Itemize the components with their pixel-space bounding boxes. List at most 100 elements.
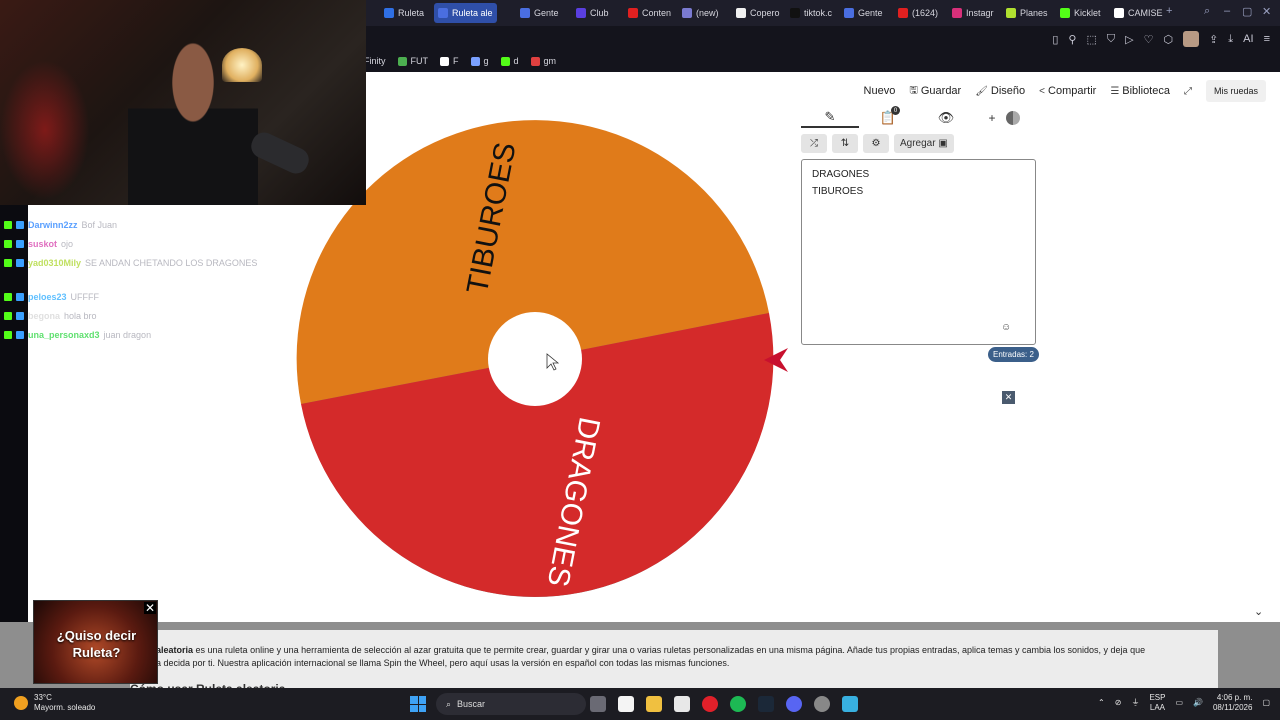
browser-tab[interactable]: Instagr: [948, 3, 998, 23]
browser-tab[interactable]: (1624): [894, 3, 942, 23]
browser-tab[interactable]: Kicklet: [1056, 3, 1105, 23]
bookmark-item[interactable]: Finity: [364, 56, 386, 66]
settings-button[interactable]: ⚙: [863, 134, 889, 153]
promo-ad[interactable]: ¿Quiso decir Ruleta?: [33, 600, 158, 684]
sidebar-icon[interactable]: ▯: [1052, 33, 1058, 46]
screenshot-icon[interactable]: ⬚: [1086, 33, 1096, 46]
tab-hide[interactable]: 👁: [917, 108, 975, 128]
nuevo-button[interactable]: Nuevo: [864, 85, 896, 97]
file-icon[interactable]: [618, 696, 634, 712]
play-icon[interactable]: ▷: [1125, 33, 1133, 46]
browser-tab[interactable]: Club: [572, 3, 613, 23]
chat-username[interactable]: begona: [28, 311, 60, 321]
volume-icon[interactable]: 🔊: [1193, 698, 1203, 708]
monitor-icon[interactable]: ▭: [1175, 698, 1183, 708]
browser-tab[interactable]: Ruleta: [380, 3, 428, 23]
kick-badge-icon: [4, 259, 12, 267]
wheel-center[interactable]: [488, 312, 582, 406]
bookmark-item[interactable]: d: [500, 56, 519, 66]
mis-ruedas-button[interactable]: Mis ruedas: [1205, 80, 1266, 102]
weather-widget[interactable]: 33°C Mayorm. soleado: [14, 693, 95, 713]
notepad-icon[interactable]: [842, 696, 858, 712]
chat-username[interactable]: Darwinn2zz: [28, 220, 78, 230]
heart-icon[interactable]: ♡: [1144, 33, 1154, 46]
fullscreen-button[interactable]: ⤢: [1184, 86, 1192, 97]
description-bold: aleatoria: [156, 645, 194, 655]
pencil-icon: ✎: [824, 109, 836, 124]
biblioteca-button[interactable]: ☰ Biblioteca: [1110, 85, 1170, 97]
notification-icon[interactable]: ▢: [1262, 698, 1270, 708]
bookmark-item[interactable]: FUT: [397, 56, 429, 66]
language-indicator[interactable]: ESP LAA: [1149, 693, 1165, 713]
bookmark-label: F: [453, 56, 459, 66]
entries-textarea[interactable]: DRAGONES TIBUROES: [801, 159, 1036, 345]
sub-badge-icon: [16, 259, 24, 267]
browser-tab[interactable]: tiktok.c: [786, 3, 836, 23]
red-glow: [0, 60, 90, 200]
wheel[interactable]: TIBUROES DRAGONES: [296, 120, 774, 598]
sort-button[interactable]: ⇅: [832, 134, 858, 153]
shuffle-button[interactable]: ⤮: [801, 134, 827, 153]
close-icon[interactable]: ✕: [1262, 5, 1271, 18]
browser-tab[interactable]: Ruleta ale: [434, 3, 497, 23]
start-button[interactable]: [410, 696, 426, 712]
promo-close-button[interactable]: ✕: [144, 601, 156, 615]
tab-favicon-icon: [576, 8, 586, 18]
chevron-down-icon[interactable]: ⌄: [1254, 605, 1263, 618]
minimize-icon[interactable]: –: [1224, 5, 1230, 17]
taskbar-search[interactable]: ⌕ Buscar: [436, 693, 586, 715]
close-ad-button[interactable]: ✕: [1002, 391, 1015, 404]
menu-icon[interactable]: ≡: [1264, 33, 1270, 45]
settings-app-icon[interactable]: [814, 696, 830, 712]
browser-tab[interactable]: Conten: [624, 3, 675, 23]
shield-icon[interactable]: ⛉: [1107, 33, 1115, 46]
browser-tab[interactable]: Gente: [840, 3, 887, 23]
kick-badge-icon: [4, 331, 12, 339]
maximize-icon[interactable]: ▢: [1242, 5, 1252, 18]
clock[interactable]: 4:06 p. m. 08/11/2026: [1213, 693, 1252, 713]
search-icon[interactable]: ⌕: [1204, 5, 1210, 18]
chat-username[interactable]: una_personaxd3: [28, 330, 100, 340]
browser-tab[interactable]: Copero: [732, 3, 784, 23]
download-icon[interactable]: ⤓: [1228, 33, 1233, 46]
tab-results[interactable]: 📋 0: [859, 106, 917, 128]
chevron-up-icon[interactable]: ⌃: [1098, 698, 1105, 708]
extensions-icon[interactable]: ⬡: [1163, 33, 1173, 46]
bookmark-item[interactable]: g: [470, 56, 489, 66]
weather-desc: Mayorm. soleado: [34, 703, 96, 712]
add-image-button[interactable]: Agregar ▣: [894, 134, 954, 153]
diseno-button[interactable]: 🖌 Diseño: [975, 85, 1025, 97]
chat-username[interactable]: suskot: [28, 239, 57, 249]
explorer-icon[interactable]: [646, 696, 662, 712]
tab-add-wheel[interactable]: +: [975, 108, 1033, 128]
tab-edit[interactable]: ✎: [801, 108, 859, 128]
chat-username[interactable]: yad0310Mily: [28, 258, 81, 268]
description-line2: a decida por ti. Nuestra aplicación inte…: [156, 658, 730, 668]
browser-tab[interactable]: CAMISE: [1110, 3, 1167, 23]
browser-tab[interactable]: Planes: [1002, 3, 1052, 23]
ai-icon[interactable]: AI: [1243, 33, 1253, 45]
share-icon[interactable]: ⇪: [1209, 33, 1218, 46]
discord-icon[interactable]: [786, 696, 802, 712]
emoji-icon[interactable]: ☺: [1001, 322, 1258, 333]
library-icon: ☰: [1110, 85, 1120, 97]
mic-off-icon[interactable]: ⊘: [1115, 698, 1122, 708]
bookmark-item[interactable]: F: [440, 56, 459, 66]
new-tab-button[interactable]: +: [1166, 5, 1172, 17]
kick-badge-icon: [4, 240, 12, 248]
browser-tab[interactable]: (new): [678, 3, 723, 23]
spotify-icon[interactable]: [730, 696, 746, 712]
mic-icon[interactable]: ⏚: [1131, 698, 1139, 708]
opera-gx-icon[interactable]: [702, 696, 718, 712]
task-view-icon[interactable]: [590, 696, 606, 712]
steam-icon[interactable]: [758, 696, 774, 712]
profile-avatar[interactable]: [1183, 31, 1200, 47]
bookmark-label: FUT: [410, 56, 429, 66]
chat-username[interactable]: peloes23: [28, 292, 67, 302]
bookmark-item[interactable]: gm: [530, 56, 556, 66]
store-icon[interactable]: [674, 696, 690, 712]
guardar-button[interactable]: 🖫 Guardar: [909, 83, 961, 100]
browser-tab[interactable]: Gente: [516, 3, 563, 23]
pin-icon[interactable]: ⚲: [1068, 33, 1076, 46]
compartir-button[interactable]: < Compartir: [1039, 85, 1096, 97]
